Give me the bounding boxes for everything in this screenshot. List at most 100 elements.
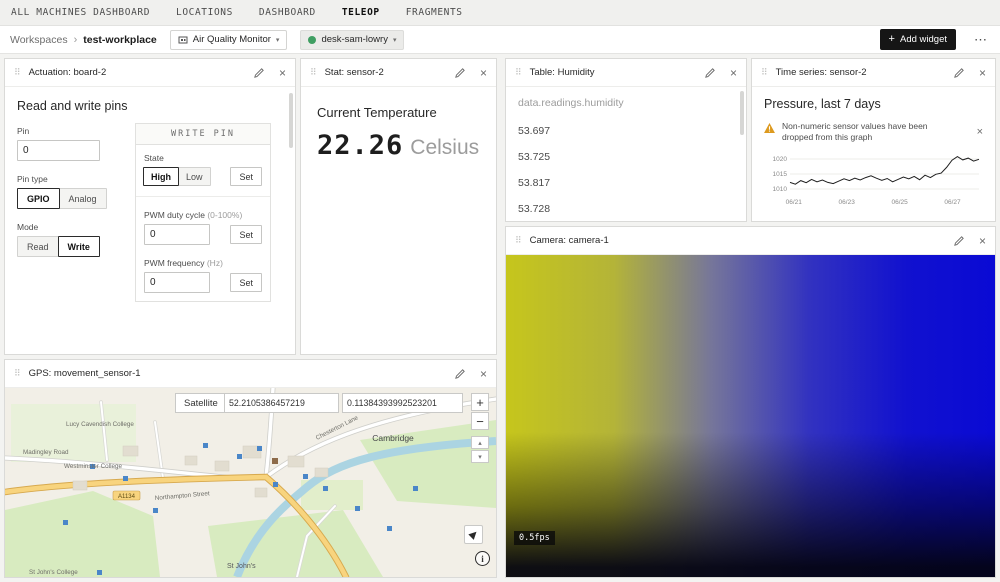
- close-widget-icon[interactable]: ×: [480, 66, 487, 80]
- close-widget-icon[interactable]: ×: [480, 367, 487, 381]
- map-label-a1134: A1134: [118, 494, 136, 500]
- widget-header: ⠿ Table: Humidity ×: [506, 59, 746, 87]
- widget-title: Stat: sensor-2: [325, 67, 384, 78]
- nav-item-all-machines-dashboard[interactable]: ALL MACHINES DASHBOARD: [11, 7, 150, 18]
- pwm-frequency-set-button[interactable]: Set: [230, 273, 262, 292]
- drag-handle-icon[interactable]: ⠿: [515, 67, 522, 78]
- map-canvas[interactable]: Lucy Cavendish College Westminster Colle…: [5, 388, 496, 577]
- svg-text:06/21: 06/21: [786, 199, 803, 206]
- scrollbar[interactable]: [289, 93, 293, 148]
- online-status-icon: [308, 36, 316, 44]
- svg-text:1010: 1010: [773, 186, 788, 193]
- widget-stat: ⠿ Stat: sensor-2 × Current Temperature 2…: [300, 58, 497, 355]
- drag-handle-icon[interactable]: ⠿: [14, 368, 21, 379]
- divider: [136, 196, 270, 197]
- widget-header: ⠿ Camera: camera-1 ×: [506, 227, 995, 255]
- svg-text:06/23: 06/23: [839, 199, 856, 206]
- mode-write-button[interactable]: Write: [58, 236, 100, 257]
- locate-button[interactable]: ▶: [464, 525, 483, 544]
- latitude-input[interactable]: [224, 393, 339, 413]
- write-pin-title: WRITE PIN: [136, 124, 270, 145]
- part-selector[interactable]: desk-sam-lowry ▾: [300, 30, 404, 50]
- zoom-in-button[interactable]: +: [471, 393, 489, 411]
- widget-title: Actuation: board-2: [29, 67, 107, 78]
- satellite-toggle-button[interactable]: Satellite: [175, 393, 227, 413]
- close-widget-icon[interactable]: ×: [979, 66, 986, 80]
- timeseries-heading: Pressure, last 7 days: [764, 97, 983, 111]
- scrollbar[interactable]: [740, 91, 744, 135]
- state-high-button[interactable]: High: [143, 167, 179, 186]
- widget-table: ⠿ Table: Humidity × data.readings.humidi…: [505, 58, 747, 222]
- nav-item-teleop[interactable]: TELEOP: [342, 7, 380, 18]
- drag-handle-icon[interactable]: ⠿: [14, 67, 21, 78]
- edit-widget-icon[interactable]: [455, 369, 465, 379]
- nav-item-fragments[interactable]: FRAGMENTS: [406, 7, 463, 18]
- edit-widget-icon[interactable]: [254, 68, 264, 78]
- breadcrumb-workspaces[interactable]: Workspaces: [10, 34, 68, 46]
- widget-title: Table: Humidity: [530, 67, 595, 78]
- table-row: 53.728: [518, 196, 734, 222]
- close-widget-icon[interactable]: ×: [730, 66, 737, 80]
- pwm-frequency-input[interactable]: [144, 272, 210, 293]
- state-label: State: [144, 153, 262, 163]
- widget-title: GPS: movement_sensor-1: [29, 368, 141, 379]
- warning-close-icon[interactable]: ×: [977, 126, 983, 138]
- widget-timeseries: ⠿ Time series: sensor-2 × Pressure, last…: [751, 58, 996, 222]
- warning-icon: [764, 123, 775, 133]
- state-low-button[interactable]: Low: [178, 167, 211, 186]
- map-label-madingley-road: Madingley Road: [23, 449, 69, 456]
- fps-badge: 0.5fps: [514, 531, 555, 545]
- edit-widget-icon[interactable]: [954, 68, 964, 78]
- pwm-duty-input[interactable]: [144, 224, 210, 245]
- breadcrumb-current: test-workplace: [83, 34, 157, 46]
- drag-handle-icon[interactable]: ⠿: [515, 235, 522, 246]
- state-set-button[interactable]: Set: [230, 167, 262, 186]
- widget-header: ⠿ Actuation: board-2 ×: [5, 59, 295, 87]
- pin-input[interactable]: [17, 140, 100, 161]
- nav-item-locations[interactable]: LOCATIONS: [176, 7, 233, 18]
- pwm-duty-label: PWM duty cycle (0-100%): [144, 210, 262, 220]
- drag-handle-icon[interactable]: ⠿: [310, 67, 317, 78]
- camera-feed: 0.5fps: [506, 255, 995, 577]
- map-label-lucy-cavendish: Lucy Cavendish College: [66, 421, 134, 428]
- map-info-button[interactable]: i: [475, 551, 490, 566]
- workspace-toolbar: Workspaces › test-workplace Air Quality …: [0, 26, 1000, 54]
- add-widget-label: Add widget: [900, 34, 947, 45]
- table-row: 53.817: [518, 170, 734, 196]
- pan-up-button[interactable]: ▴: [471, 436, 489, 449]
- machine-selector[interactable]: Air Quality Monitor ▾: [170, 30, 288, 50]
- svg-text:1020: 1020: [773, 156, 788, 163]
- close-widget-icon[interactable]: ×: [279, 66, 286, 80]
- close-widget-icon[interactable]: ×: [979, 234, 986, 248]
- machine-selector-label: Air Quality Monitor: [193, 34, 271, 45]
- pin-type-gpio-button[interactable]: GPIO: [17, 188, 60, 209]
- svg-text:06/27: 06/27: [944, 199, 961, 206]
- mode-read-button[interactable]: Read: [17, 236, 59, 257]
- pan-down-button[interactable]: ▾: [471, 450, 489, 463]
- write-pin-panel: WRITE PIN State High Low Set PWM duty cy…: [135, 123, 271, 302]
- stat-value: 22.26: [317, 130, 403, 161]
- drag-handle-icon[interactable]: ⠿: [761, 67, 768, 78]
- edit-widget-icon[interactable]: [954, 236, 964, 246]
- pin-type-analog-button[interactable]: Analog: [59, 188, 107, 209]
- stat-unit: Celsius: [410, 136, 479, 160]
- edit-widget-icon[interactable]: [455, 68, 465, 78]
- machine-icon: [178, 35, 188, 45]
- add-widget-button[interactable]: + Add widget: [880, 29, 956, 50]
- widget-camera: ⠿ Camera: camera-1 × 0.5fps: [505, 226, 996, 578]
- warning-banner: Non-numeric sensor values have been drop…: [764, 121, 983, 144]
- svg-text:06/25: 06/25: [891, 199, 908, 206]
- map-label-st-johns-college: St John's College: [29, 569, 78, 576]
- edit-widget-icon[interactable]: [705, 68, 715, 78]
- widget-title: Time series: sensor-2: [776, 67, 867, 78]
- widget-gps: ⠿ GPS: movement_sensor-1 ×: [4, 359, 497, 578]
- zoom-out-button[interactable]: −: [471, 412, 489, 430]
- widget-actuation: ⠿ Actuation: board-2 × Read and write pi…: [4, 58, 296, 355]
- more-menu-icon[interactable]: ⋯: [971, 32, 990, 48]
- navigation-arrow-icon: ▶: [467, 528, 480, 541]
- nav-item-dashboard[interactable]: DASHBOARD: [259, 7, 316, 18]
- map-svg: Lucy Cavendish College Westminster Colle…: [5, 388, 496, 577]
- longitude-input[interactable]: [342, 393, 463, 413]
- pwm-duty-set-button[interactable]: Set: [230, 225, 262, 244]
- map-label-st-johns: St John's: [227, 563, 256, 570]
